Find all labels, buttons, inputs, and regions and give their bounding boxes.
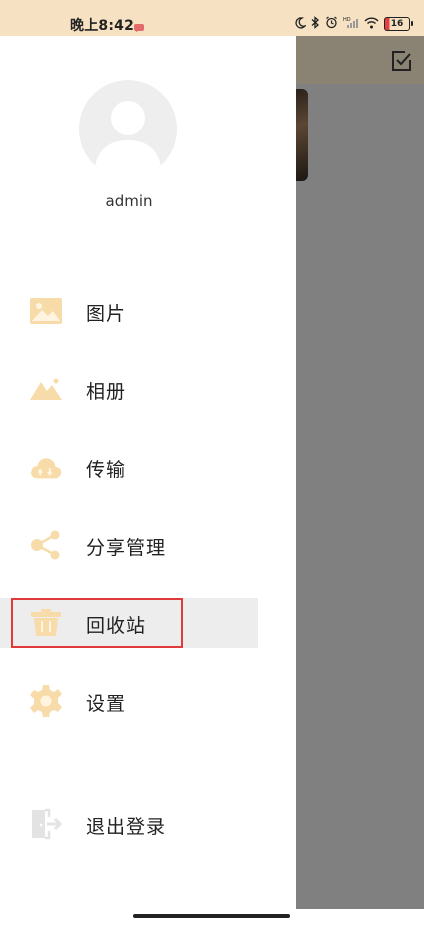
menu-item-recycle-bin[interactable]: 回收站: [0, 598, 258, 648]
background-photo-thumbnail: [296, 89, 308, 181]
battery-level: 16: [390, 18, 404, 29]
signal-icon: HD: [343, 14, 359, 33]
wifi-icon: [364, 14, 379, 33]
menu-label-settings: 设置: [86, 693, 127, 715]
menu-item-albums[interactable]: 相册: [0, 364, 258, 414]
moon-icon: [294, 14, 307, 33]
menu-item-logout[interactable]: 退出登录: [0, 799, 258, 849]
logout-icon: [29, 808, 63, 840]
menu-label-transfer: 传输: [86, 459, 127, 481]
svg-text:HD: HD: [343, 17, 351, 23]
menu-item-images[interactable]: 图片: [0, 286, 258, 336]
avatar[interactable]: [79, 80, 177, 178]
gear-icon: [29, 685, 63, 717]
bluetooth-icon: [311, 14, 320, 33]
cloud-transfer-icon: [29, 452, 63, 482]
menu-label-share-management: 分享管理: [86, 537, 167, 559]
background-app-toolbar: [296, 36, 424, 84]
menu-label-recycle-bin: 回收站: [86, 615, 147, 637]
alarm-icon: [325, 14, 338, 33]
select-checkbox-icon[interactable]: [390, 50, 412, 76]
home-indicator[interactable]: [133, 914, 290, 918]
menu-item-transfer[interactable]: 传输: [0, 442, 258, 492]
trash-icon: [29, 608, 63, 638]
menu-item-settings[interactable]: 设置: [0, 676, 258, 726]
menu-label-albums: 相册: [86, 381, 127, 403]
status-time: 晚上8:42: [70, 18, 135, 34]
message-icon: [134, 17, 144, 36]
share-icon: [29, 530, 63, 560]
menu-label-images: 图片: [86, 303, 127, 325]
background-app-overlay[interactable]: [296, 36, 424, 929]
status-bar: 晚上8:42 HD 16: [0, 0, 424, 36]
battery-icon: 16: [384, 16, 413, 31]
menu-label-logout: 退出登录: [86, 816, 167, 838]
menu-item-share-management[interactable]: 分享管理: [0, 520, 258, 570]
username: admin: [105, 192, 153, 210]
album-icon: [29, 374, 63, 404]
image-icon: [29, 296, 63, 326]
navigation-bar: [0, 909, 424, 929]
